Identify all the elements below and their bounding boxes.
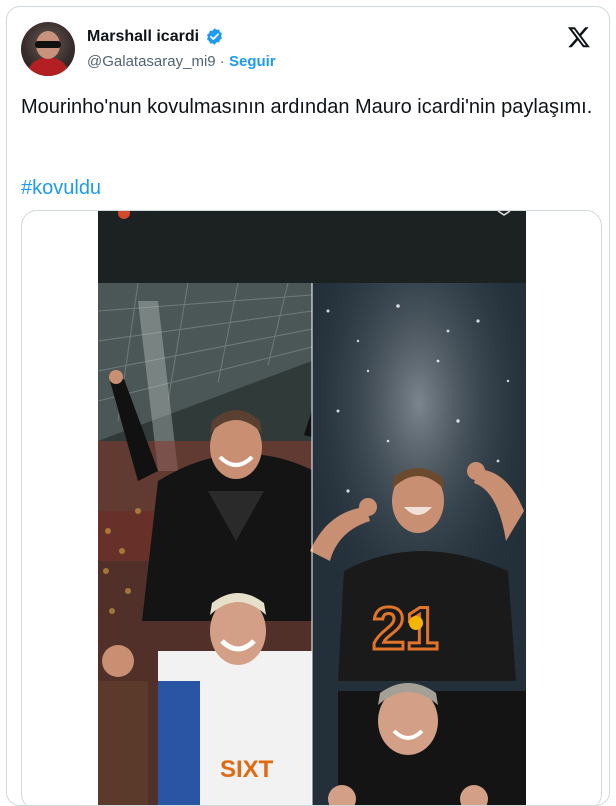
author-handle-row: @Galatasaray_mi9 · Seguir: [87, 53, 276, 70]
author-avatar[interactable]: [21, 22, 75, 76]
avatar-glasses: [35, 41, 61, 48]
x-logo-icon[interactable]: [567, 25, 591, 49]
verified-badge-icon: [207, 28, 222, 45]
tweet-text: Mourinho'nun kovulmasının ardından Mauro…: [21, 96, 593, 118]
photo-illustration: SIXT 21: [98, 211, 526, 805]
author-display-name[interactable]: Marshall icardi: [87, 28, 199, 46]
media-photo[interactable]: SIXT 21: [98, 211, 526, 805]
jersey-sponsor-text: SIXT: [220, 756, 274, 783]
tweet-card[interactable]: Marshall icardi @Galatasaray_mi9 · Segui…: [6, 6, 610, 806]
follow-button[interactable]: Seguir: [229, 53, 276, 70]
avatar-body: [27, 58, 69, 76]
author-name-row[interactable]: Marshall icardi: [87, 27, 224, 46]
hashtag-link[interactable]: #kovuldu: [21, 177, 101, 200]
handle-separator: ·: [219, 53, 225, 70]
story-header-bar: [98, 211, 526, 283]
jersey-number-text: 21: [372, 595, 439, 662]
tweet-media[interactable]: SIXT 21: [21, 210, 602, 805]
right-player: [328, 683, 526, 805]
author-handle[interactable]: @Galatasaray_mi9: [87, 53, 216, 70]
